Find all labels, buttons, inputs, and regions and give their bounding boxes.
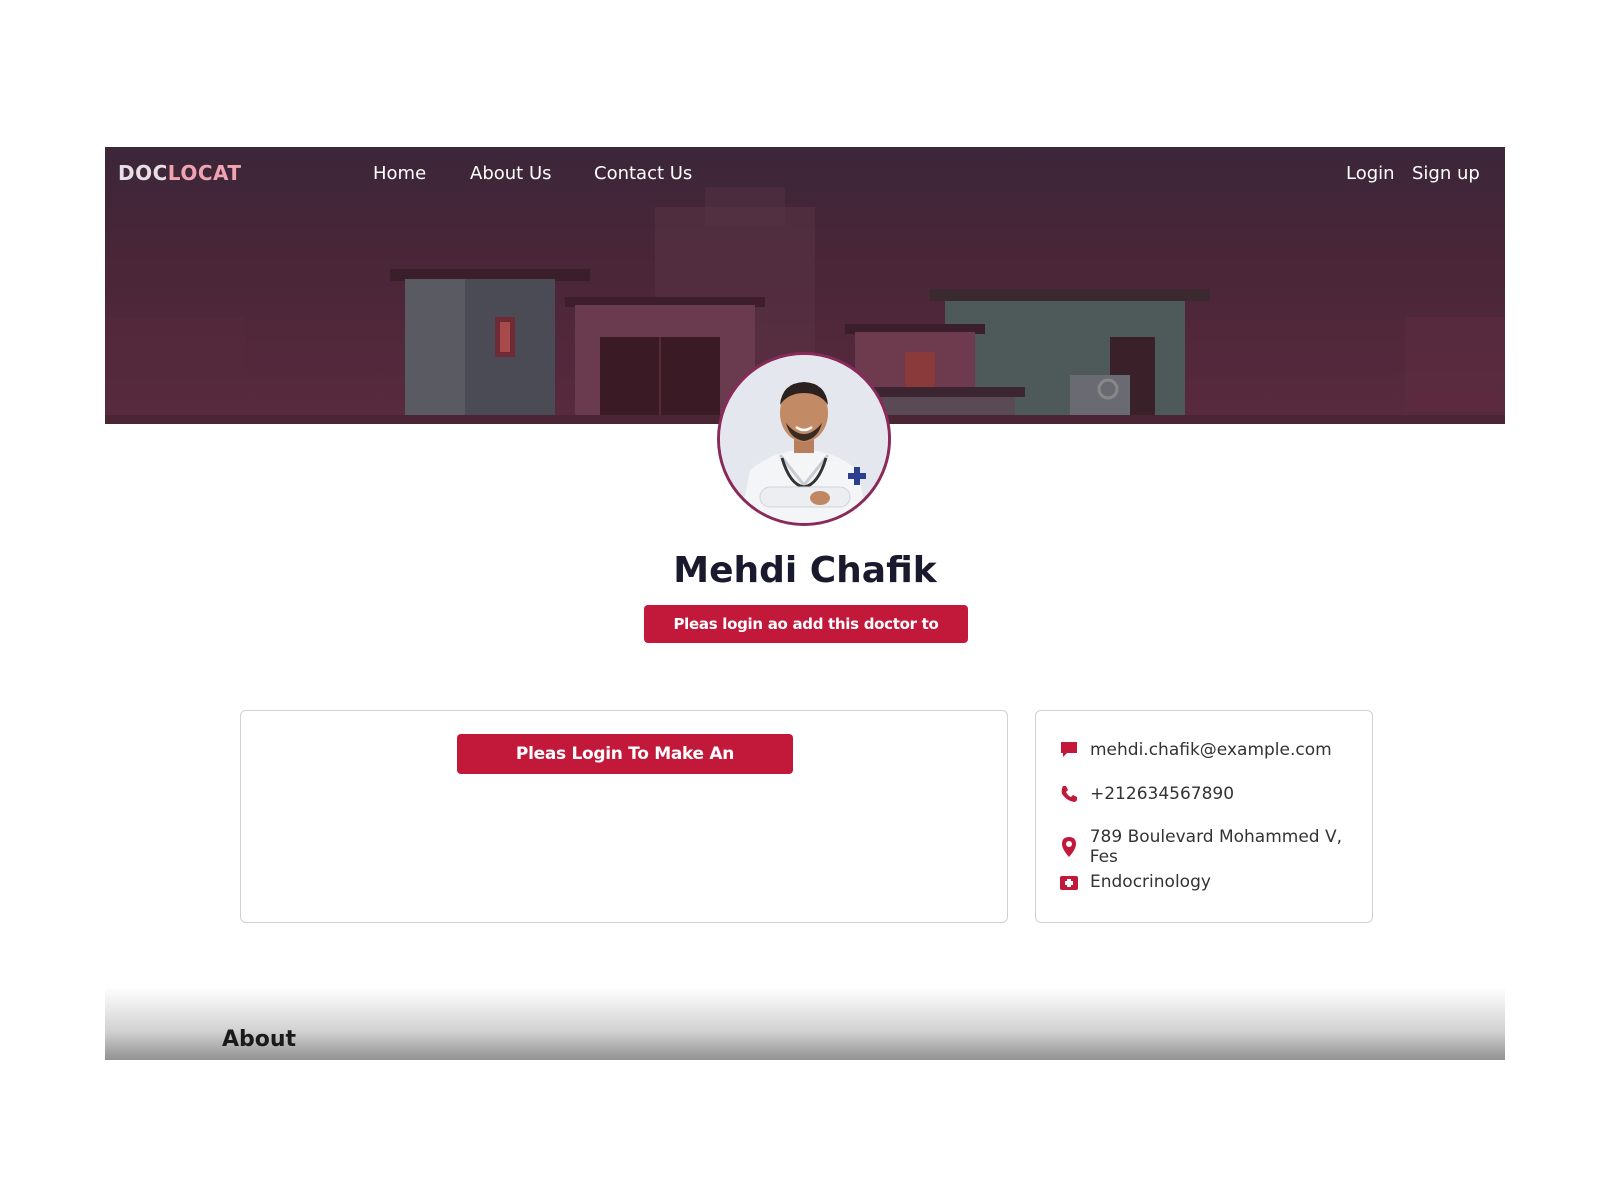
doctor-avatar bbox=[717, 352, 891, 526]
page-frame: DOCLOCAT Home About Us Contact Us Login … bbox=[105, 147, 1505, 1060]
doctor-address: 789 Boulevard Mohammed V, Fes bbox=[1089, 827, 1343, 867]
brand-logo[interactable]: DOCLOCAT bbox=[118, 161, 242, 185]
doctor-name: Mehdi Chafik bbox=[673, 550, 937, 591]
brand-part-1: DOC bbox=[118, 161, 168, 185]
contact-info-card: mehdi.chafik@example.com +212634567890 7… bbox=[1035, 710, 1373, 923]
make-appointment-button[interactable]: Pleas Login To Make An Appointment bbox=[457, 734, 793, 804]
bottom-fade bbox=[105, 987, 1505, 1060]
nav-signup[interactable]: Sign up bbox=[1412, 163, 1480, 184]
medical-kit-icon bbox=[1058, 871, 1080, 893]
doctor-photo bbox=[720, 355, 888, 523]
brand-part-2: LOCAT bbox=[167, 161, 242, 185]
about-section-title: About bbox=[222, 1027, 297, 1052]
email-row: mehdi.chafik@example.com bbox=[1058, 739, 1332, 761]
specialty-row: Endocrinology bbox=[1058, 871, 1211, 893]
navbar: DOCLOCAT Home About Us Contact Us Login … bbox=[105, 147, 1505, 199]
message-icon bbox=[1058, 739, 1080, 761]
nav-login[interactable]: Login bbox=[1346, 163, 1395, 184]
doctor-phone[interactable]: +212634567890 bbox=[1090, 784, 1234, 804]
location-pin-icon bbox=[1058, 836, 1080, 858]
appointment-card: Pleas Login To Make An Appointment bbox=[240, 710, 1008, 923]
address-row: 789 Boulevard Mohammed V, Fes bbox=[1058, 827, 1372, 867]
phone-icon bbox=[1058, 783, 1080, 805]
nav-contact-us[interactable]: Contact Us bbox=[594, 163, 692, 184]
doctor-email[interactable]: mehdi.chafik@example.com bbox=[1090, 740, 1332, 760]
phone-row: +212634567890 bbox=[1058, 783, 1234, 805]
doctor-specialty: Endocrinology bbox=[1090, 872, 1211, 892]
nav-about-us[interactable]: About Us bbox=[470, 163, 552, 184]
add-to-favorites-button[interactable]: Pleas login ao add this doctor to favori… bbox=[644, 605, 968, 671]
nav-home[interactable]: Home bbox=[373, 163, 426, 184]
